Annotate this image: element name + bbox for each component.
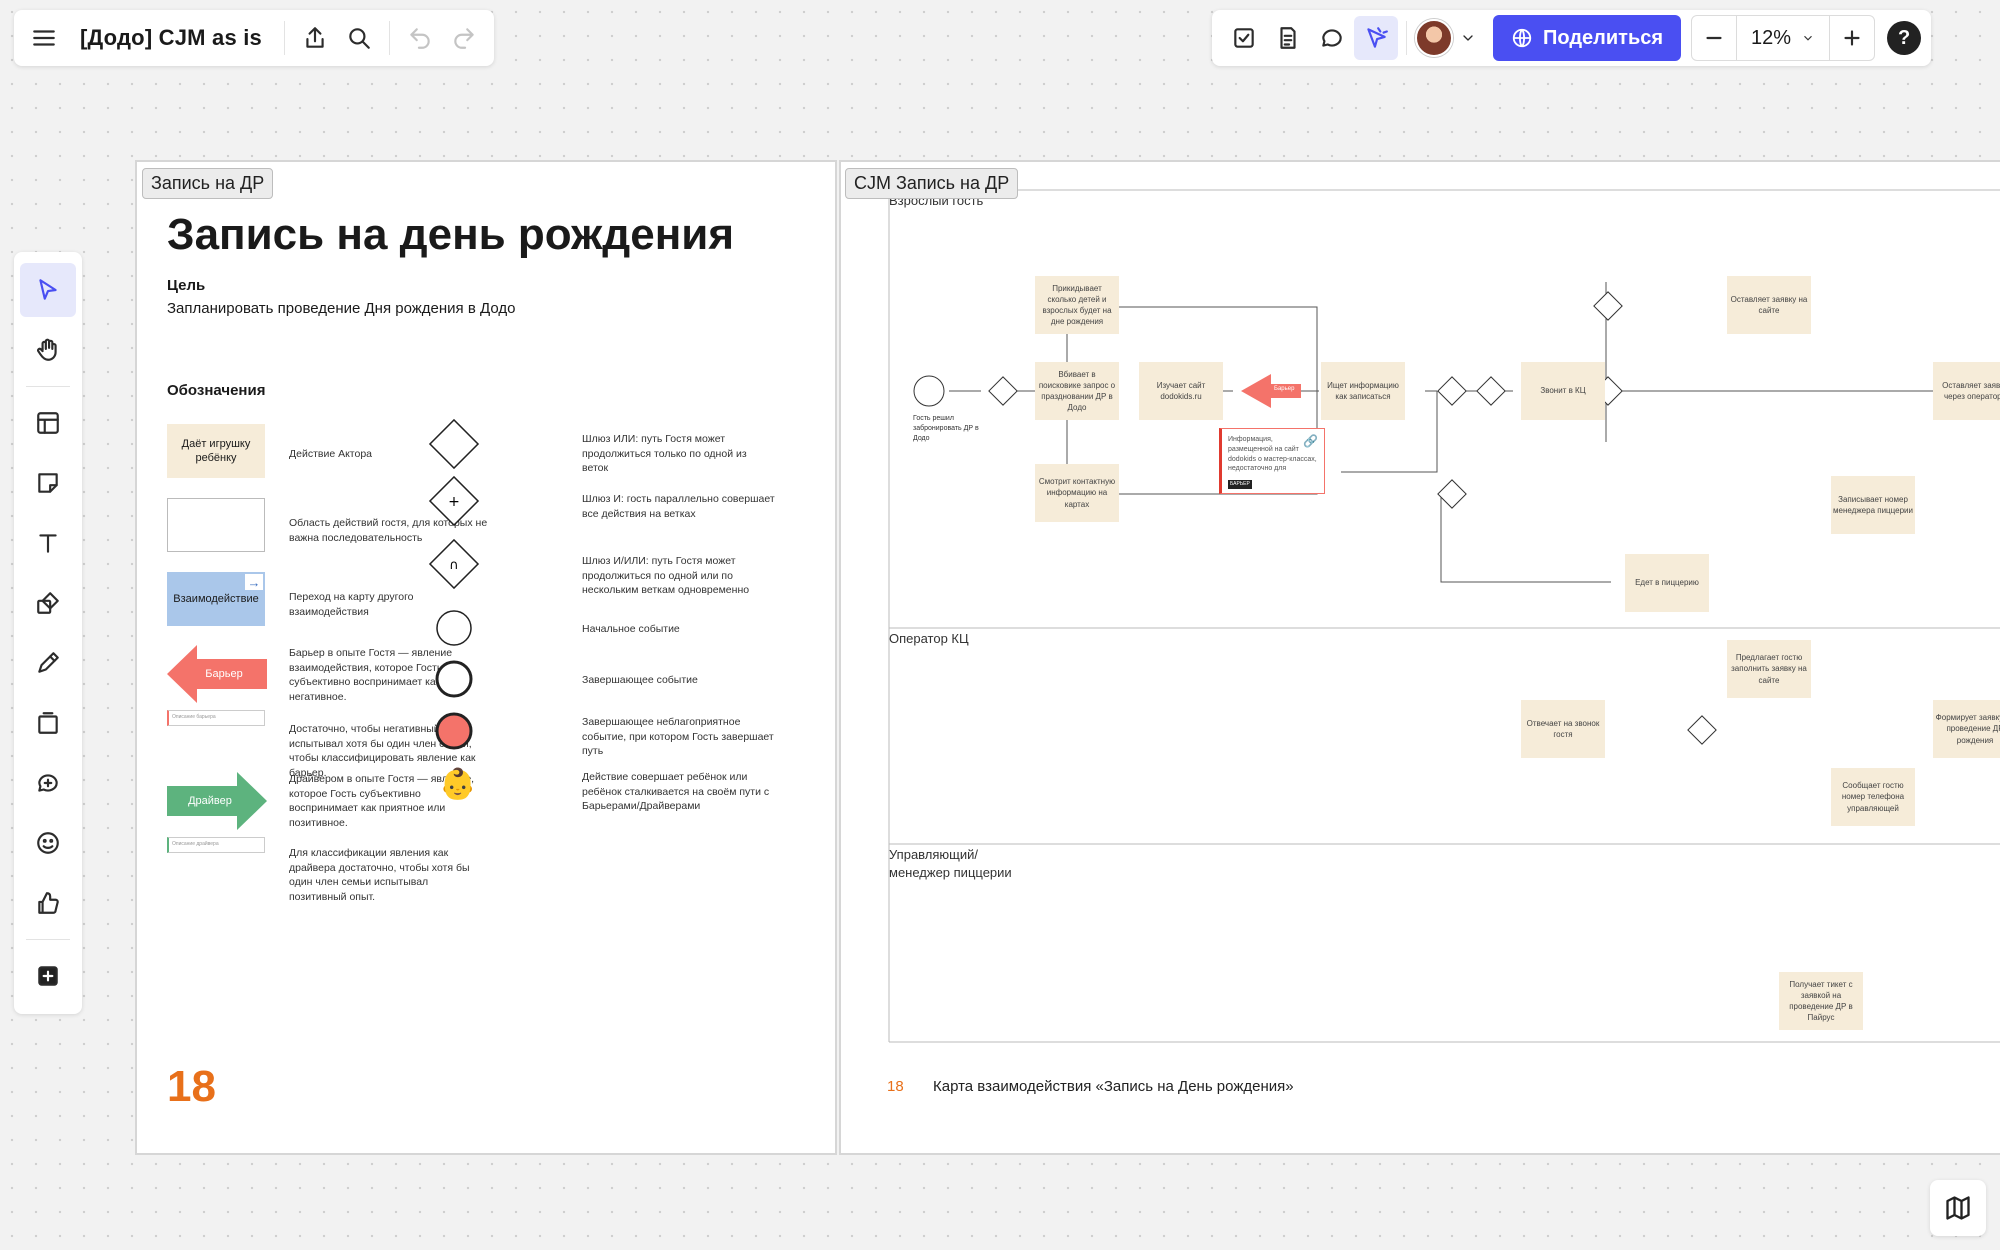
divider	[26, 939, 70, 940]
map-icon	[1946, 1196, 1970, 1220]
legend-gw-or: Шлюз ИЛИ: путь Гостя может продолжиться …	[582, 433, 747, 475]
help-button[interactable]: ?	[1887, 21, 1922, 55]
zoom-in-icon[interactable]	[1830, 16, 1874, 60]
cjm-step[interactable]: Оставляет заявку через оператора	[1933, 362, 2000, 420]
end-event-symbol	[435, 660, 473, 698]
gateway-or-symbol	[428, 418, 480, 470]
document-title[interactable]: [Додо] CJM as is	[66, 25, 276, 51]
cjm-step[interactable]: Получает тикет с заявкой на проведение Д…	[1779, 972, 1863, 1030]
top-left-toolbar: [Додо] CJM as is	[14, 10, 494, 66]
barrier-note[interactable]: Информация, размещенной на сайт dodokids…	[1219, 428, 1325, 494]
search-icon[interactable]	[337, 16, 381, 60]
globe-icon	[1512, 28, 1532, 48]
gateway	[988, 376, 1018, 406]
lane-operator: Оператор КЦ	[889, 631, 969, 646]
chevron-down-icon	[1804, 35, 1812, 41]
frame-legend[interactable]: Запись на день рождения Цель Запланирова…	[135, 160, 837, 1155]
menu-icon[interactable]	[22, 16, 66, 60]
select-tool-icon[interactable]	[20, 263, 76, 317]
divider	[388, 21, 390, 55]
hand-tool-icon[interactable]	[20, 323, 76, 377]
comment-icon[interactable]	[1310, 16, 1354, 60]
cjm-step[interactable]: Прикидывает сколько детей и взрослых буд…	[1035, 276, 1119, 334]
divider	[283, 21, 285, 55]
start-event	[913, 375, 945, 407]
text-tool-icon[interactable]	[20, 516, 76, 570]
divider	[1406, 21, 1407, 55]
cjm-step[interactable]: Записывает номер менеджера пиццерии	[1831, 476, 1915, 534]
cjm-step[interactable]: Предлагает гостю заполнить заявку на сай…	[1727, 640, 1811, 698]
svg-text:∩: ∩	[449, 558, 459, 573]
cjm-step[interactable]: Ищет информацию как записаться	[1321, 362, 1405, 420]
legend-gw-andor: Шлюз И/ИЛИ: путь Гостя может продолжитьс…	[582, 555, 750, 597]
legend-child: Действие совершает ребёнок или ребёнок с…	[582, 771, 770, 813]
start-event-symbol	[436, 610, 472, 646]
gateway-andor-symbol: ∩	[428, 538, 480, 590]
start-caption: Гость решил забронировать ДР в Додо	[913, 415, 979, 442]
share-label: Поделиться	[1543, 26, 1664, 49]
cjm-step[interactable]: Изучает сайт dodokids.ru	[1139, 362, 1223, 420]
frame-icon[interactable]	[20, 696, 76, 750]
barrier-label: Барьер	[1274, 386, 1295, 392]
gateway	[1437, 479, 1467, 509]
page-number: 18	[167, 1062, 216, 1111]
end-bad-event-symbol	[435, 712, 473, 750]
footer-caption: Карта взаимодействия «Запись на День рож…	[933, 1078, 1294, 1095]
cursor-presence-icon[interactable]	[1354, 16, 1398, 60]
frame-cjm[interactable]: Взрослый гость Оператор КЦ Управляющий/ …	[839, 160, 2000, 1155]
reaction-icon[interactable]	[20, 876, 76, 930]
undo-icon[interactable]	[398, 16, 442, 60]
top-right-toolbar: Поделиться 12% ?	[1212, 10, 1932, 66]
minimap-button[interactable]	[1930, 1180, 1986, 1236]
cjm-step[interactable]: Смотрит контактную информацию на картах	[1035, 464, 1119, 522]
template-icon[interactable]	[20, 396, 76, 450]
frame-label[interactable]: Запись на ДР	[142, 168, 274, 199]
gateway	[1687, 715, 1717, 745]
chevron-down-icon[interactable]	[1453, 16, 1483, 60]
barrier-tag: БАРЬЕР	[1228, 480, 1252, 489]
gateway-and-symbol: +	[428, 475, 480, 527]
sticky-note-icon[interactable]	[20, 456, 76, 510]
legend-gw-and: Шлюз И: гость параллельно совершает все …	[582, 493, 775, 520]
footer-page-number: 18	[887, 1078, 904, 1095]
cjm-step[interactable]: Отвечает на звонок гостя	[1521, 700, 1605, 758]
share-button[interactable]: Поделиться	[1493, 15, 1682, 61]
frame-label[interactable]: CJM Запись на ДР	[845, 168, 1019, 199]
legend-start-event: Начальное событие	[582, 623, 680, 635]
gateway	[1593, 291, 1623, 321]
sticker-icon[interactable]	[20, 816, 76, 870]
zoom-value: 12%	[1751, 26, 1792, 49]
zoom-out-icon[interactable]	[1692, 16, 1736, 60]
svg-text:+: +	[448, 494, 460, 510]
cjm-step[interactable]: Вбивает в поисковике запрос о празднован…	[1035, 362, 1119, 420]
legend-end-event: Завершающее событие	[582, 674, 698, 686]
cjm-step[interactable]: Формирует заявку на проведение ДР рожден…	[1933, 700, 2000, 758]
baby-icon: 👶	[439, 768, 477, 801]
divider	[26, 386, 70, 387]
cjm-step[interactable]: Едет в пиццерию	[1625, 554, 1709, 612]
gateway	[1437, 376, 1467, 406]
pen-icon[interactable]	[20, 636, 76, 690]
task-checkbox-icon[interactable]	[1222, 16, 1266, 60]
cjm-step[interactable]: Звонит в КЦ	[1521, 362, 1605, 420]
add-comment-icon[interactable]	[20, 756, 76, 810]
shapes-icon[interactable]	[20, 576, 76, 630]
cjm-step[interactable]: Оставляет заявку на сайте	[1727, 276, 1811, 334]
avatar[interactable]	[1415, 19, 1453, 57]
export-icon[interactable]	[293, 16, 337, 60]
link-icon: 🔗	[1303, 434, 1318, 448]
lane-manager: Управляющий/ менеджер пиццерии	[889, 847, 1012, 880]
gateway	[1476, 376, 1506, 406]
zoom-control: 12%	[1691, 15, 1876, 61]
zoom-level-dropdown[interactable]: 12%	[1736, 16, 1831, 60]
cjm-step[interactable]: Сообщает гостю номер телефона управляюще…	[1831, 768, 1915, 826]
cjm-diagram	[888, 189, 2000, 1043]
redo-icon[interactable]	[442, 16, 486, 60]
left-toolbar	[14, 252, 82, 1014]
legend-end-bad: Завершающее неблагоприятное событие, при…	[582, 716, 774, 758]
notes-icon[interactable]	[1266, 16, 1310, 60]
add-more-icon[interactable]	[20, 949, 76, 1003]
